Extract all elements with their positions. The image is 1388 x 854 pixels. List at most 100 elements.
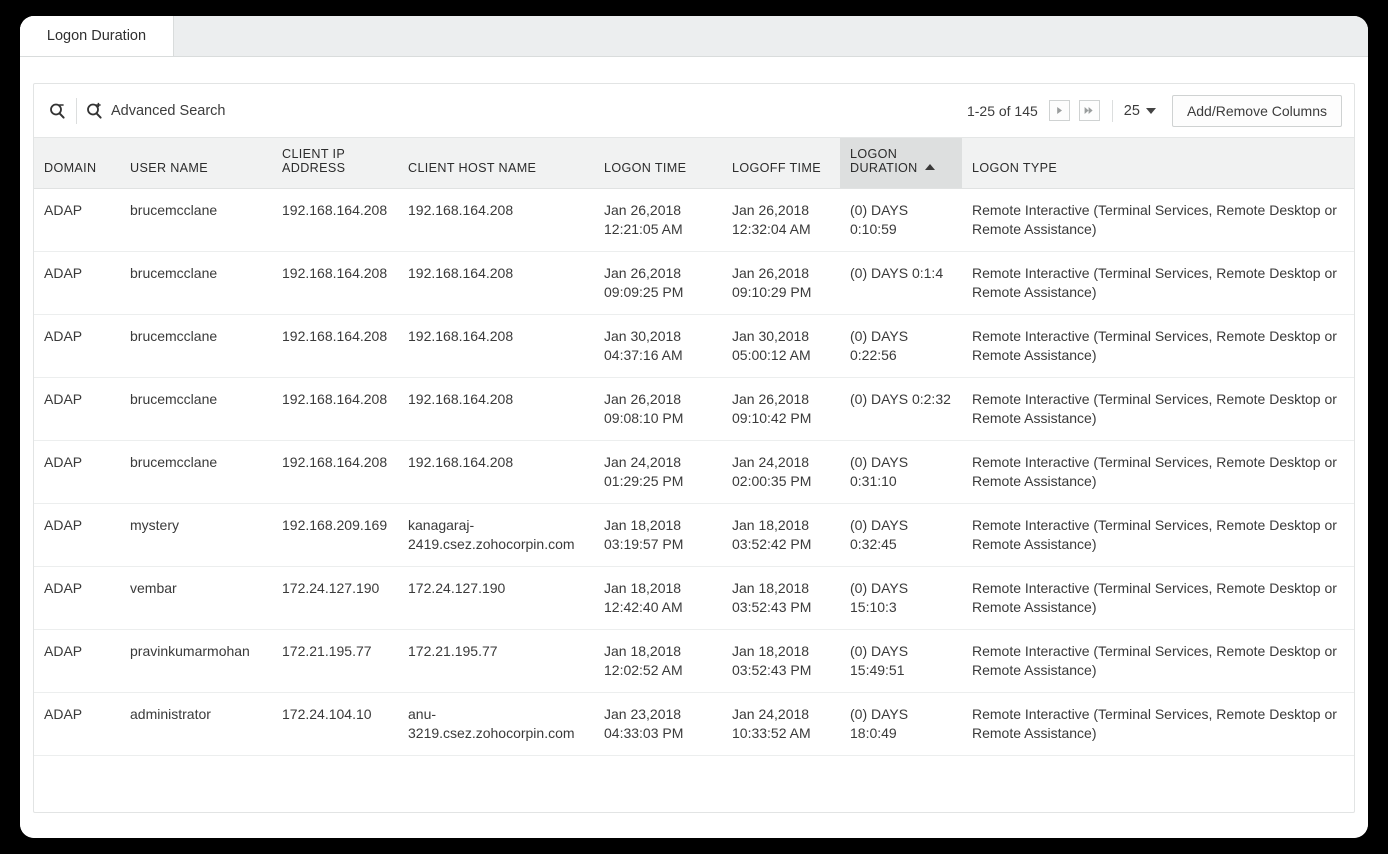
cell-user-name: brucemcclane	[120, 315, 272, 378]
cell-logoff-time: Jan 18,201803:52:42 PM	[722, 504, 840, 567]
column-header-client-ip-address[interactable]: CLIENT IP ADDRESS	[272, 138, 398, 189]
cell-client-ip: 192.168.164.208	[272, 441, 398, 504]
cell-logon-type: Remote Interactive (Terminal Services, R…	[962, 504, 1354, 567]
cell-logoff-time: Jan 24,201802:00:35 PM	[722, 441, 840, 504]
table-row[interactable]: ADAPbrucemcclane192.168.164.208192.168.1…	[34, 189, 1354, 252]
last-page-button[interactable]	[1079, 100, 1100, 121]
report-toolbar: Advanced Search 1-25 of 145	[34, 84, 1354, 137]
column-header-logon-time[interactable]: LOGON TIME	[594, 138, 722, 189]
table-row[interactable]: ADAPbrucemcclane192.168.164.208192.168.1…	[34, 378, 1354, 441]
cell-logon-type: Remote Interactive (Terminal Services, R…	[962, 630, 1354, 693]
toolbar-right-group: 1-25 of 145 25	[967, 95, 1342, 127]
column-header-domain[interactable]: DOMAIN	[34, 138, 120, 189]
cell-user-name: mystery	[120, 504, 272, 567]
table-row[interactable]: ADAPbrucemcclane192.168.164.208192.168.1…	[34, 315, 1354, 378]
advanced-search-button[interactable]: Advanced Search	[84, 101, 225, 121]
cell-logoff-time: Jan 26,201809:10:42 PM	[722, 378, 840, 441]
cell-logon-type: Remote Interactive (Terminal Services, R…	[962, 378, 1354, 441]
cell-logon-time: Jan 18,201812:02:52 AM	[594, 630, 722, 693]
cell-logon-type: Remote Interactive (Terminal Services, R…	[962, 441, 1354, 504]
tab-bar-filler	[174, 16, 1368, 56]
cell-domain: ADAP	[34, 630, 120, 693]
next-page-button[interactable]	[1049, 100, 1070, 121]
tab-label: Logon Duration	[47, 28, 146, 44]
column-label: CLIENT HOST NAME	[408, 161, 536, 175]
cell-client-ip: 192.168.164.208	[272, 315, 398, 378]
toolbar-divider-2	[1112, 100, 1113, 122]
content-area: Advanced Search 1-25 of 145	[20, 57, 1368, 838]
cell-logoff-time: Jan 18,201803:52:43 PM	[722, 567, 840, 630]
table-row[interactable]: ADAPbrucemcclane192.168.164.208192.168.1…	[34, 252, 1354, 315]
column-header-logon-duration[interactable]: LOGON DURATION	[840, 138, 962, 189]
cell-user-name: brucemcclane	[120, 252, 272, 315]
column-header-client-host-name[interactable]: CLIENT HOST NAME	[398, 138, 594, 189]
table-row[interactable]: ADAPadministrator172.24.104.10anu-3219.c…	[34, 693, 1354, 756]
cell-logoff-time: Jan 30,201805:00:12 AM	[722, 315, 840, 378]
toolbar-divider	[76, 98, 77, 124]
cell-client-ip: 172.24.127.190	[272, 567, 398, 630]
table-row[interactable]: ADAPvembar172.24.127.190172.24.127.190Ja…	[34, 567, 1354, 630]
cell-domain: ADAP	[34, 441, 120, 504]
cell-logon-duration: (0) DAYS 0:2:32	[840, 378, 962, 441]
table-row[interactable]: ADAPpravinkumarmohan172.21.195.77172.21.…	[34, 630, 1354, 693]
cell-logon-time: Jan 30,201804:37:16 AM	[594, 315, 722, 378]
cell-client-host: 192.168.164.208	[398, 189, 594, 252]
column-label: LOGON TYPE	[972, 161, 1057, 175]
table-header-row: DOMAIN USER NAME CLIENT IP ADDRESS CLIEN…	[34, 138, 1354, 189]
cell-client-ip: 192.168.164.208	[272, 189, 398, 252]
cell-client-ip: 192.168.164.208	[272, 378, 398, 441]
column-label: LOGON TIME	[604, 161, 686, 175]
column-label: CLIENT IP ADDRESS	[282, 147, 345, 175]
cell-logon-type: Remote Interactive (Terminal Services, R…	[962, 252, 1354, 315]
column-header-user-name[interactable]: USER NAME	[120, 138, 272, 189]
cell-client-host: 192.168.164.208	[398, 441, 594, 504]
table-row[interactable]: ADAPmystery192.168.209.169kanagaraj-2419…	[34, 504, 1354, 567]
column-header-logon-type[interactable]: LOGON TYPE	[962, 138, 1354, 189]
cell-logoff-time: Jan 18,201803:52:43 PM	[722, 630, 840, 693]
cell-domain: ADAP	[34, 189, 120, 252]
cell-logon-duration: (0) DAYS 0:1:4	[840, 252, 962, 315]
cell-logon-type: Remote Interactive (Terminal Services, R…	[962, 189, 1354, 252]
cell-logon-type: Remote Interactive (Terminal Services, R…	[962, 567, 1354, 630]
cell-logon-type: Remote Interactive (Terminal Services, R…	[962, 315, 1354, 378]
page-size-selector[interactable]: 25	[1124, 103, 1156, 119]
tab-bar: Logon Duration	[20, 16, 1368, 57]
cell-domain: ADAP	[34, 567, 120, 630]
cell-client-ip: 192.168.164.208	[272, 252, 398, 315]
cell-client-host: 192.168.164.208	[398, 252, 594, 315]
cell-logon-time: Jan 18,201812:42:40 AM	[594, 567, 722, 630]
app-window: Logon Duration	[20, 16, 1368, 838]
table-header: DOMAIN USER NAME CLIENT IP ADDRESS CLIEN…	[34, 138, 1354, 189]
add-remove-columns-button[interactable]: Add/Remove Columns	[1172, 95, 1342, 127]
report-panel: Advanced Search 1-25 of 145	[33, 83, 1355, 813]
page-size-value: 25	[1124, 103, 1140, 119]
cell-logon-time: Jan 26,201809:08:10 PM	[594, 378, 722, 441]
column-label: LOGOFF TIME	[732, 161, 821, 175]
cell-user-name: brucemcclane	[120, 189, 272, 252]
cell-logon-duration: (0) DAYS 18:0:49	[840, 693, 962, 756]
cell-user-name: brucemcclane	[120, 441, 272, 504]
cell-client-host: kanagaraj-2419.csez.zohocorpin.com	[398, 504, 594, 567]
toolbar-left-group: Advanced Search	[42, 96, 225, 126]
cell-logon-time: Jan 23,201804:33:03 PM	[594, 693, 722, 756]
search-minus-icon[interactable]	[42, 96, 72, 126]
cell-domain: ADAP	[34, 315, 120, 378]
cell-user-name: brucemcclane	[120, 378, 272, 441]
cell-domain: ADAP	[34, 378, 120, 441]
table-row[interactable]: ADAPbrucemcclane192.168.164.208192.168.1…	[34, 441, 1354, 504]
cell-client-host: 192.168.164.208	[398, 378, 594, 441]
cell-logon-duration: (0) DAYS 15:49:51	[840, 630, 962, 693]
cell-logoff-time: Jan 26,201812:32:04 AM	[722, 189, 840, 252]
column-label: USER NAME	[130, 161, 208, 175]
tab-logon-duration[interactable]: Logon Duration	[20, 16, 174, 56]
cell-logon-duration: (0) DAYS 0:10:59	[840, 189, 962, 252]
cell-logon-type: Remote Interactive (Terminal Services, R…	[962, 693, 1354, 756]
cell-domain: ADAP	[34, 252, 120, 315]
cell-client-ip: 172.21.195.77	[272, 630, 398, 693]
search-plus-icon	[84, 101, 104, 121]
cell-client-host: 172.21.195.77	[398, 630, 594, 693]
column-header-logoff-time[interactable]: LOGOFF TIME	[722, 138, 840, 189]
cell-logon-time: Jan 24,201801:29:25 PM	[594, 441, 722, 504]
pagination-range: 1-25 of 145	[967, 103, 1038, 119]
cell-logon-time: Jan 26,201812:21:05 AM	[594, 189, 722, 252]
